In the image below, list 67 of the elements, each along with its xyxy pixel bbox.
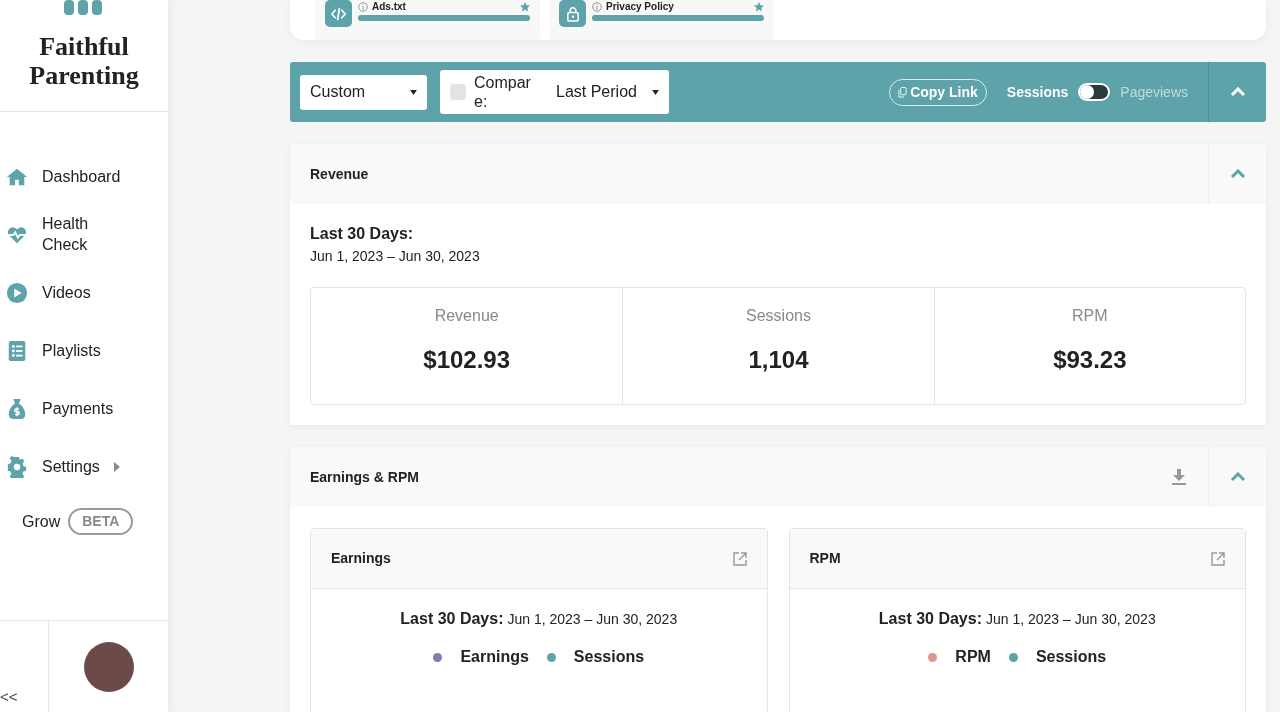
nav-item[interactable]: Videos — [0, 264, 168, 322]
panel-title: Earnings & RPM — [310, 467, 419, 487]
period-dates: Jun 1, 2023 – Jun 30, 2023 — [507, 610, 678, 629]
compare-checkbox[interactable] — [450, 84, 466, 100]
settings-icon — [6, 456, 28, 478]
metric-toggle[interactable] — [1078, 83, 1111, 101]
period-label: Last 30 Days: — [400, 609, 504, 629]
metric-option: Pageviews — [1120, 81, 1188, 103]
caret-icon — [113, 462, 120, 472]
copy-icon — [898, 86, 908, 98]
stat-value: $102.93 — [423, 345, 511, 375]
stat-value: 1,104 — [748, 345, 809, 375]
period-dates: Jun 1, 2023 – Jun 30, 2023 — [986, 610, 1156, 629]
legend-label: RPM — [955, 647, 991, 667]
download-icon[interactable] — [1172, 469, 1186, 485]
legend-label: Sessions — [573, 647, 645, 667]
stat-value: $93.23 — [1053, 345, 1127, 375]
info-icon — [592, 2, 602, 12]
stat-label: RPM — [1072, 306, 1108, 326]
nav-label: Dashboard — [42, 166, 121, 187]
nav-item[interactable]: Settings — [0, 438, 168, 496]
chevron-up-icon — [1229, 87, 1246, 97]
collapse-button[interactable]: << — [0, 621, 49, 712]
period-label: Last 30 Days: — [310, 224, 415, 244]
caret-icon — [410, 89, 417, 95]
nav-label: Settings — [42, 456, 100, 477]
heartbeat-icon — [6, 224, 28, 246]
grow-link[interactable]: Grow — [22, 509, 61, 534]
star-icon — [520, 2, 530, 12]
legend-label: Earnings — [460, 647, 529, 667]
home-icon — [6, 166, 28, 188]
chevron-up-icon — [1229, 169, 1246, 179]
compare-label: Compare: — [474, 72, 532, 112]
chart-title: RPM — [809, 549, 841, 568]
info-icon — [358, 2, 368, 12]
period-dates: Jun 1, 2023 – Jun 30, 2023 — [310, 247, 481, 266]
nav-label: Payments — [42, 398, 114, 419]
stat-label: Sessions — [746, 306, 811, 326]
stat-label: Revenue — [434, 306, 499, 326]
nav-item[interactable]: Dashboard — [0, 148, 168, 206]
nav-item[interactable]: Payments — [0, 380, 168, 438]
money-bag-icon — [6, 398, 28, 420]
compare-control[interactable]: Compare: Last Period — [440, 70, 669, 114]
caret-icon — [652, 89, 659, 95]
compare-period-dropdown[interactable]: Last Period — [556, 80, 644, 104]
legend-label: Sessions — [1035, 647, 1107, 667]
tile-title: Ads.txt — [372, 2, 406, 12]
tile-title: Privacy Policy — [606, 2, 674, 12]
external-link-icon[interactable] — [732, 551, 747, 566]
nav-item[interactable]: Health Check — [0, 206, 168, 264]
nav-item[interactable]: Playlists — [0, 322, 168, 380]
beta-badge: BETA — [68, 508, 134, 535]
metric-option: Sessions — [1006, 81, 1069, 103]
nav-label: Playlists — [42, 340, 101, 361]
brand-name: Faithful Parenting — [28, 33, 140, 91]
chevron-up-icon — [1229, 472, 1246, 482]
nav-label: Videos — [42, 282, 91, 303]
range-dropdown[interactable]: Custom — [300, 74, 427, 110]
panel-title: Revenue — [310, 164, 369, 184]
play-icon — [6, 282, 28, 304]
star-icon — [754, 2, 764, 12]
external-link-icon[interactable] — [1211, 551, 1225, 566]
list-icon — [6, 340, 28, 362]
chart-title: Earnings — [331, 549, 391, 568]
logo-icon — [64, 0, 104, 15]
nav-label: Health Check — [42, 214, 90, 255]
period-label: Last 30 Days: — [878, 609, 982, 629]
